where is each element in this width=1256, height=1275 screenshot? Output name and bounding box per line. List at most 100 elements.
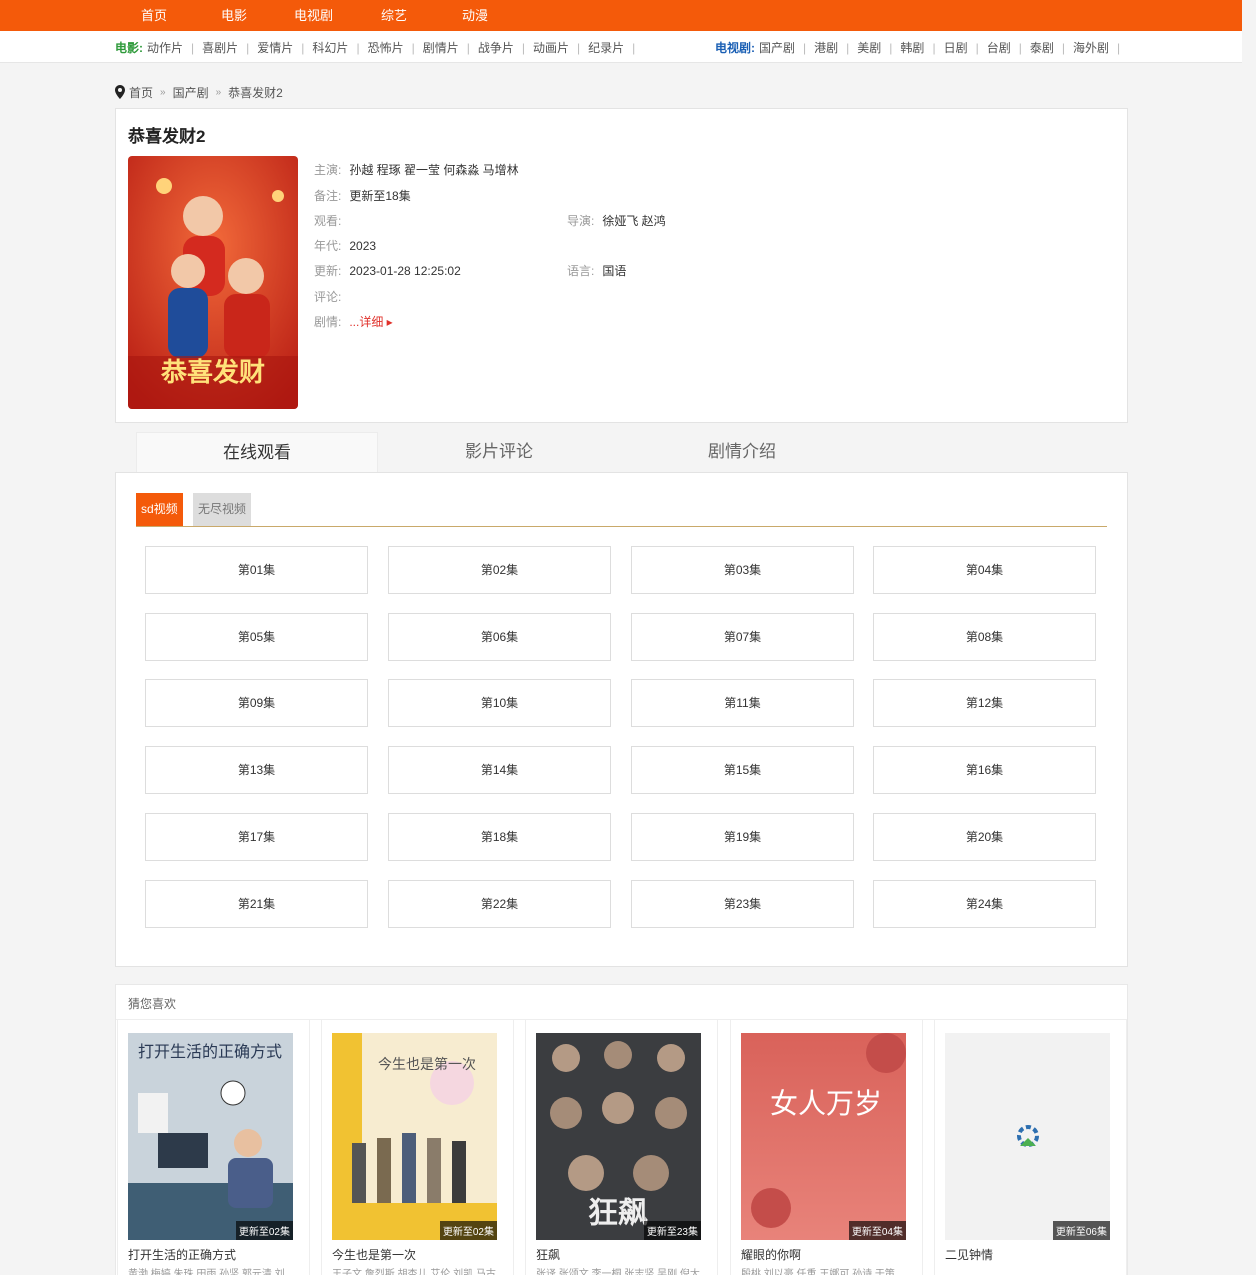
recommend-title[interactable]: 耀眼的你啊	[741, 1246, 801, 1263]
nav-home[interactable]: 首页	[141, 5, 167, 24]
recommend-poster[interactable]: 今生也是第一次 更新至02集	[332, 1033, 497, 1240]
info-plot: 剧情: ...详细 ▸	[314, 313, 393, 330]
category-separator: |	[521, 40, 525, 55]
director-value[interactable]: 徐娅飞 赵鸿	[602, 214, 665, 228]
episode-button[interactable]: 第21集	[145, 879, 368, 928]
tab-plot[interactable]: 剧情介绍	[621, 432, 863, 472]
recommend-cast: 张译,张颂文,李一桐,张志坚,吴刚,倪大	[536, 1269, 700, 1275]
episode-button[interactable]: 第16集	[873, 746, 1096, 795]
recommend-cast: 殷桃,刘以豪,任重,王娜可,孙诗,于策	[741, 1269, 895, 1275]
category-link[interactable]: 科幻片	[312, 39, 356, 56]
episode-button[interactable]: 第08集	[873, 612, 1096, 661]
episode-button[interactable]: 第01集	[145, 546, 368, 594]
plot-more-link[interactable]: ...详细 ▸	[349, 315, 392, 329]
recommend-title[interactable]: 狂飙	[536, 1246, 560, 1263]
episode-button[interactable]: 第15集	[631, 746, 854, 795]
recommend-cast: 黄渤,梅婷,朱珠,田雨,孙坚,郭元清,刘	[128, 1269, 285, 1275]
category-link[interactable]: 爱情片	[257, 39, 301, 56]
year-value: 2023	[349, 239, 377, 253]
nav-variety[interactable]: 综艺	[381, 5, 407, 24]
category-separator: |	[577, 40, 581, 55]
location-pin-icon	[115, 85, 125, 99]
plot-label: 剧情:	[314, 315, 342, 329]
episode-button[interactable]: 第17集	[145, 812, 368, 861]
episode-button[interactable]: 第11集	[631, 679, 854, 728]
tab-reviews[interactable]: 影片评论	[378, 432, 620, 472]
recommend-card[interactable]: 今生也是第一次 更新至02集 今生也是第一次 王子文,詹烈斯,胡杏儿,艾伦,刘凯…	[321, 1020, 514, 1275]
note-value: 更新至18集	[349, 189, 411, 203]
category-link[interactable]: 泰剧	[1030, 39, 1062, 56]
recommend-title[interactable]: 二见钟情	[945, 1246, 993, 1263]
category-link[interactable]: 日剧	[944, 39, 976, 56]
category-link[interactable]: 剧情片	[423, 39, 467, 56]
language-label: 语言:	[567, 264, 595, 278]
episode-button[interactable]: 第09集	[145, 679, 368, 728]
category-link[interactable]: 台剧	[987, 39, 1019, 56]
episode-button[interactable]: 第22集	[388, 879, 611, 928]
episode-button[interactable]: 第04集	[873, 546, 1096, 594]
director-label: 导演:	[567, 214, 595, 228]
category-separator: |	[889, 40, 893, 55]
recommend-card[interactable]: 狂飙 更新至23集 狂飙 张译,张颂文,李一桐,张志坚,吴刚,倪大	[525, 1020, 718, 1275]
episode-button[interactable]: 第10集	[388, 679, 611, 728]
episode-button[interactable]: 第05集	[145, 612, 368, 661]
episode-button[interactable]: 第02集	[388, 546, 611, 594]
episode-button[interactable]: 第20集	[873, 812, 1096, 861]
nav-tv[interactable]: 电视剧	[294, 5, 333, 24]
poster-image: 女人万岁	[741, 1033, 906, 1240]
category-link[interactable]: 韩剧	[900, 39, 932, 56]
category-link[interactable]: 动作片	[147, 39, 191, 56]
category-link[interactable]: 国产剧	[759, 39, 803, 56]
source-tab-wujin[interactable]: 无尽视频	[193, 493, 252, 526]
episode-button[interactable]: 第06集	[388, 612, 611, 661]
image-placeholder-icon	[945, 1033, 1110, 1240]
recommend-card[interactable]: 女人万岁 更新至04集 耀眼的你啊 殷桃,刘以豪,任重,王娜可,孙诗,于策	[730, 1020, 923, 1275]
episode-button[interactable]: 第13集	[145, 746, 368, 795]
breadcrumb-category[interactable]: 国产剧	[173, 84, 209, 101]
category-separator: |	[191, 40, 195, 55]
info-cast: 主演: 孙越 程琢 翟一莹 何森淼 马增林	[314, 161, 519, 178]
updated-label: 更新:	[314, 264, 342, 278]
category-link[interactable]: 战争片	[478, 39, 522, 56]
episode-button[interactable]: 第19集	[631, 812, 854, 861]
info-year: 年代: 2023	[314, 237, 376, 254]
movie-category-label: 电影:	[115, 41, 143, 55]
category-link[interactable]: 动画片	[533, 39, 577, 56]
category-separator: |	[803, 40, 807, 55]
recommend-title[interactable]: 今生也是第一次	[332, 1246, 416, 1263]
episode-button[interactable]: 第07集	[631, 612, 854, 661]
category-link[interactable]: 港剧	[814, 39, 846, 56]
recommend-poster[interactable]: 女人万岁 更新至04集	[741, 1033, 906, 1240]
source-tab-sd[interactable]: sd视频	[136, 493, 183, 526]
tab-watch-online[interactable]: 在线观看	[136, 432, 378, 472]
episode-button[interactable]: 第12集	[873, 679, 1096, 728]
episode-button[interactable]: 第23集	[631, 879, 854, 928]
poster-image: 打开生活的正确方式	[128, 1033, 293, 1240]
episode-button[interactable]: 第24集	[873, 879, 1096, 928]
recommend-card[interactable]: 打开生活的正确方式 更新至02集 打开生活的正确方式 黄渤,梅婷,朱珠,田雨,孙…	[117, 1020, 310, 1275]
category-link[interactable]: 恐怖片	[368, 39, 412, 56]
cast-label: 主演:	[314, 163, 342, 177]
category-link[interactable]: 纪录片	[588, 39, 632, 56]
breadcrumb-home[interactable]: 首页	[129, 84, 153, 101]
episode-badge: 更新至23集	[643, 1221, 701, 1240]
category-link[interactable]: 海外剧	[1073, 39, 1117, 56]
episode-button[interactable]: 第03集	[631, 546, 854, 594]
nav-movie[interactable]: 电影	[221, 5, 247, 24]
recommend-poster[interactable]: 狂飙 更新至23集	[536, 1033, 701, 1240]
episode-button[interactable]: 第18集	[388, 812, 611, 861]
recommend-title[interactable]: 打开生活的正确方式	[128, 1246, 236, 1263]
recommend-card[interactable]: 更新至06集 二见钟情	[934, 1020, 1127, 1275]
recommend-cast: 王子文,詹烈斯,胡杏儿,艾伦,刘凯,马古	[332, 1269, 496, 1275]
episode-button[interactable]: 第14集	[388, 746, 611, 795]
comments-label: 评论:	[314, 290, 342, 304]
info-comments: 评论:	[314, 288, 349, 305]
nav-anime[interactable]: 动漫	[462, 5, 488, 24]
source-tabs: sd视频 无尽视频	[136, 493, 1107, 527]
recommend-poster[interactable]: 打开生活的正确方式 更新至02集	[128, 1033, 293, 1240]
category-link[interactable]: 喜剧片	[202, 39, 246, 56]
cast-value[interactable]: 孙越 程琢 翟一莹 何森淼 马增林	[349, 163, 518, 177]
category-link[interactable]: 美剧	[857, 39, 889, 56]
video-poster[interactable]: 恭喜发财	[128, 156, 298, 409]
recommend-poster[interactable]: 更新至06集	[945, 1033, 1110, 1240]
